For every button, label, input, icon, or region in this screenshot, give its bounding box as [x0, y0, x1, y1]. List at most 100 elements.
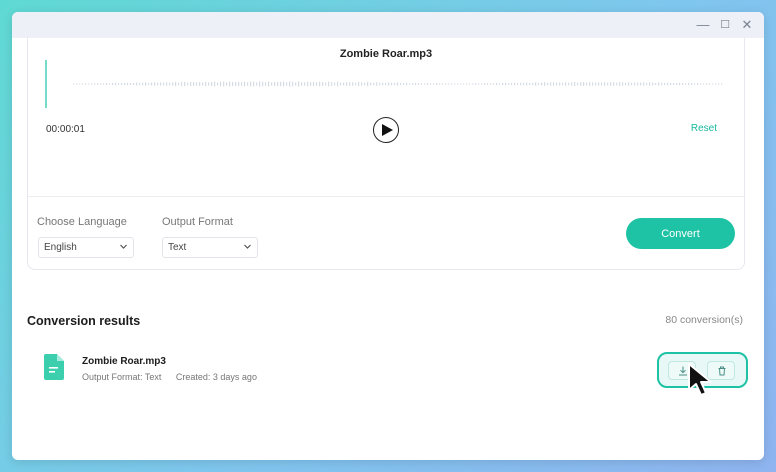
waveform-bar: [544, 82, 546, 86]
waveform-bars: [73, 81, 723, 87]
waveform-bar: [514, 82, 516, 86]
waveform-bar: [133, 83, 135, 85]
waveform-bar: [712, 83, 714, 85]
waveform-bar: [610, 82, 612, 86]
waveform-bar: [553, 82, 555, 86]
waveform-bar: [709, 83, 711, 85]
waveform-bar: [307, 81, 309, 87]
waveform-bar: [697, 82, 699, 86]
reset-button[interactable]: Reset: [691, 123, 717, 134]
waveform-bar: [661, 82, 663, 86]
waveform-bar: [559, 82, 561, 86]
waveform-bar: [127, 82, 129, 86]
waveform-bar: [640, 82, 642, 86]
waveform-bar: [691, 83, 693, 85]
waveform-bar: [154, 82, 156, 86]
audio-waveform[interactable]: [45, 60, 725, 108]
waveform-bar: [235, 82, 237, 86]
waveform-bar: [391, 82, 393, 86]
waveform-bar: [139, 83, 141, 85]
waveform-bar: [538, 82, 540, 86]
waveform-bar: [649, 82, 651, 86]
waveform-bar: [142, 82, 144, 86]
minimize-button[interactable]: —: [695, 17, 711, 33]
waveform-bar: [172, 82, 174, 86]
waveform-bar: [103, 83, 105, 85]
waveform-bar: [448, 83, 450, 85]
waveform-bar: [568, 82, 570, 86]
waveform-bar: [598, 82, 600, 86]
waveform-bar: [106, 82, 108, 86]
document-icon: [44, 354, 64, 380]
waveform-bar: [532, 82, 534, 86]
waveform-bar: [175, 81, 177, 87]
waveform-bar: [124, 82, 126, 86]
results-title: Conversion results: [27, 314, 141, 328]
waveform-bar: [76, 83, 78, 85]
waveform-bar: [604, 82, 606, 86]
main-content: Zombie Roar.mp3 00:00:01 Reset Choose La…: [12, 38, 764, 460]
waveform-bar: [658, 82, 660, 86]
current-time: 00:00:01: [46, 124, 85, 135]
waveform-bar: [286, 82, 288, 86]
language-select[interactable]: English: [38, 237, 134, 258]
waveform-bar: [547, 82, 549, 86]
waveform-bar: [508, 83, 510, 85]
waveform-bar: [622, 82, 624, 86]
waveform-bar: [616, 82, 618, 86]
waveform-bar: [271, 82, 273, 86]
waveform-bar: [634, 82, 636, 86]
waveform-bar: [520, 82, 522, 86]
waveform-bar: [232, 82, 234, 86]
close-button[interactable]: ✕: [739, 17, 755, 33]
waveform-bar: [682, 82, 684, 86]
waveform-bar: [499, 83, 501, 85]
waveform-bar: [328, 81, 330, 87]
waveform-bar: [322, 81, 324, 87]
waveform-bar: [415, 82, 417, 86]
waveform-bar: [136, 82, 138, 86]
waveform-bar: [247, 82, 249, 86]
waveform-bar: [655, 83, 657, 85]
waveform-bar: [715, 83, 717, 85]
maximize-button[interactable]: ☐: [717, 17, 733, 33]
play-button[interactable]: [373, 117, 399, 143]
waveform-bar: [358, 81, 360, 87]
waveform-bar: [253, 81, 255, 87]
waveform-bar: [349, 82, 351, 86]
waveform-bar: [352, 82, 354, 86]
waveform-bar: [511, 82, 513, 86]
waveform-bar: [643, 82, 645, 86]
mouse-pointer-icon: [688, 363, 712, 396]
waveform-bar: [268, 81, 270, 87]
waveform-bar: [181, 82, 183, 86]
waveform-bar: [190, 81, 192, 87]
waveform-bar: [265, 82, 267, 86]
waveform-bar: [202, 82, 204, 86]
results-count: 80 conversion(s): [665, 314, 743, 326]
chevron-down-icon: [244, 244, 251, 249]
waveform-bar: [337, 81, 339, 87]
format-select[interactable]: Text: [162, 237, 258, 258]
waveform-bar: [592, 82, 594, 86]
waveform-bar: [400, 82, 402, 86]
waveform-bar: [445, 83, 447, 85]
waveform-bar: [478, 83, 480, 85]
waveform-bar: [82, 83, 84, 85]
result-item[interactable]: Zombie Roar.mp3 Output Format: Text Crea…: [27, 348, 749, 398]
convert-button[interactable]: Convert: [626, 218, 735, 249]
waveform-bar: [304, 82, 306, 86]
waveform-bar: [223, 81, 225, 87]
waveform-bar: [211, 81, 213, 87]
waveform-bar: [376, 82, 378, 86]
waveform-bar: [526, 82, 528, 86]
waveform-bar: [292, 81, 294, 87]
waveform-bar: [346, 82, 348, 86]
waveform-bar: [418, 83, 420, 85]
waveform-bar: [595, 82, 597, 86]
waveform-bar: [442, 83, 444, 85]
format-value: Text: [168, 242, 187, 253]
waveform-bar: [145, 82, 147, 86]
card-divider: [28, 196, 744, 197]
waveform-bar: [409, 83, 411, 85]
